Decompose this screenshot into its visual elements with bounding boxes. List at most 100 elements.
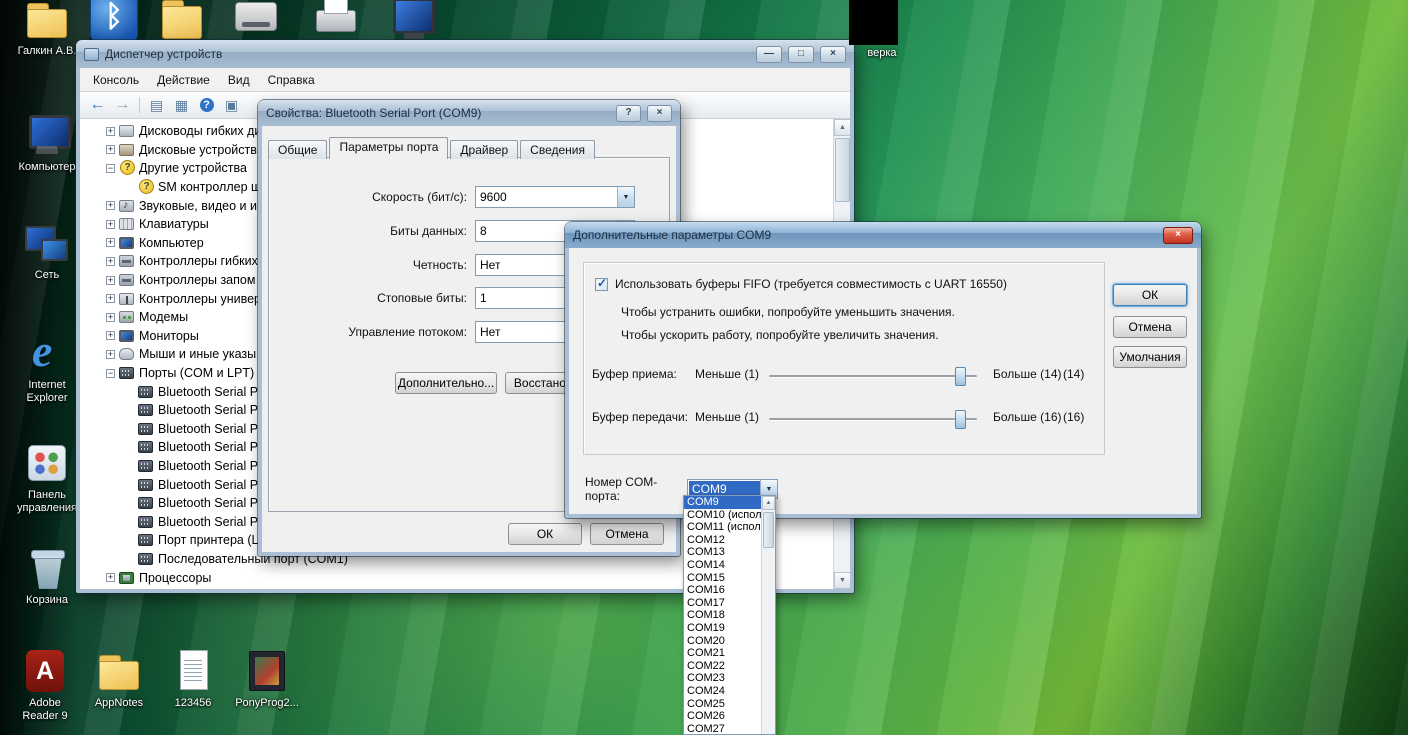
expand-toggle-icon[interactable]: + <box>106 331 115 340</box>
slider-thumb[interactable] <box>955 410 966 429</box>
menu-item[interactable]: Вид <box>219 70 259 90</box>
defaults-button[interactable]: Умолчания <box>1113 346 1187 368</box>
back-icon[interactable] <box>86 95 109 116</box>
expand-toggle-icon[interactable]: + <box>106 294 115 303</box>
tab[interactable]: Сведения <box>520 140 595 159</box>
dropdown-option[interactable]: COM11 (испол <box>684 521 761 534</box>
slider-min-label: Меньше (1) <box>695 410 759 424</box>
scroll-up-icon[interactable] <box>834 119 850 136</box>
dropdown-option[interactable]: COM25 <box>684 698 761 711</box>
dropdown-option[interactable]: COM19 <box>684 622 761 635</box>
dropdown-option[interactable]: COM10 (испол <box>684 509 761 522</box>
receive-buffer-slider[interactable] <box>769 375 977 378</box>
desktop-icon[interactable]: Панель управления <box>10 440 84 515</box>
expand-toggle-icon[interactable]: + <box>106 313 115 322</box>
field-label: Стоповые биты: <box>269 291 475 305</box>
scrollbar-thumb[interactable] <box>763 512 774 548</box>
expand-toggle-icon[interactable]: + <box>106 573 115 582</box>
help-icon[interactable] <box>195 95 218 116</box>
dropdown-option[interactable]: COM9 <box>684 496 761 509</box>
scanner-icon[interactable] <box>232 0 280 43</box>
tab[interactable]: Драйвер <box>450 140 518 159</box>
slider-thumb[interactable] <box>955 367 966 386</box>
titlebar[interactable]: Дополнительные параметры COM9 × <box>565 222 1201 248</box>
desktop-icon[interactable]: Adobe Reader 9 <box>10 648 80 723</box>
close-button[interactable]: × <box>647 105 672 122</box>
dropdown-option[interactable]: COM24 <box>684 685 761 698</box>
dropdown-option[interactable]: COM15 <box>684 572 761 585</box>
slider-max-label: Больше (16) <box>993 410 1062 424</box>
scrollbar-thumb[interactable] <box>835 138 850 202</box>
menu-item[interactable]: Справка <box>259 70 324 90</box>
transmit-buffer-slider[interactable] <box>769 418 977 421</box>
titlebar[interactable]: Диспетчер устройств — □ × <box>76 40 854 68</box>
dropdown-option[interactable]: COM23 <box>684 672 761 685</box>
desktop-left-icons: Галкин А.В. Компьютер Сеть Internet Expl… <box>10 0 84 735</box>
serial-port-icon <box>138 423 153 435</box>
folder-icon[interactable] <box>158 0 206 43</box>
titlebar[interactable]: Свойства: Bluetooth Serial Port (COM9) ?… <box>258 100 680 126</box>
help-button[interactable]: ? <box>616 105 641 122</box>
tab[interactable]: Общие <box>268 140 327 159</box>
window-icon[interactable] <box>220 95 243 116</box>
forward-icon[interactable] <box>111 95 134 116</box>
dropdown-option[interactable]: COM26 <box>684 710 761 723</box>
maximize-button[interactable]: □ <box>788 46 814 63</box>
list-icon[interactable] <box>170 95 193 116</box>
chevron-down-icon[interactable] <box>617 187 634 207</box>
expand-toggle-icon[interactable]: − <box>106 164 115 173</box>
close-button[interactable]: × <box>1163 227 1193 244</box>
show-tree-icon[interactable] <box>145 95 168 116</box>
expand-toggle-icon[interactable]: + <box>106 220 115 229</box>
printer-port-icon <box>138 534 153 546</box>
dropdown-option[interactable]: COM16 <box>684 584 761 597</box>
dropdown-scrollbar[interactable] <box>761 496 775 734</box>
dropdown-option[interactable]: COM12 <box>684 534 761 547</box>
toolbar-separator[interactable] <box>139 97 140 113</box>
minimize-button[interactable]: — <box>756 46 782 63</box>
bluetooth-icon[interactable] <box>90 0 138 43</box>
monitor-icon[interactable] <box>390 0 438 43</box>
desktop-icon[interactable]: Галкин А.В. <box>10 0 84 58</box>
desktop-icon[interactable]: 123456 <box>158 648 228 710</box>
dropdown-option[interactable]: COM14 <box>684 559 761 572</box>
scroll-down-icon[interactable] <box>834 572 850 589</box>
printer-icon[interactable] <box>312 0 360 43</box>
desktop-icon[interactable]: Корзина <box>10 545 84 607</box>
dropdown-option[interactable]: COM27 <box>684 723 761 734</box>
fifo-checkbox[interactable] <box>595 278 608 291</box>
cancel-button[interactable]: Отмена <box>590 523 664 545</box>
expand-toggle-icon[interactable]: + <box>106 145 115 154</box>
expand-toggle-icon[interactable]: − <box>106 369 115 378</box>
field-combo[interactable]: 9600 <box>475 186 635 208</box>
expand-toggle-icon[interactable]: + <box>106 257 115 266</box>
floppy-drive-icon <box>119 125 134 137</box>
expand-toggle-icon[interactable]: + <box>106 201 115 210</box>
tab[interactable]: Параметры порта <box>329 137 448 159</box>
dropdown-option[interactable]: COM22 <box>684 660 761 673</box>
dropdown-option[interactable]: COM18 <box>684 609 761 622</box>
dropdown-option[interactable]: COM21 <box>684 647 761 660</box>
expand-toggle-icon[interactable]: + <box>106 127 115 136</box>
desktop-icon[interactable]: Internet Explorer <box>10 330 84 405</box>
desktop-icon[interactable]: AppNotes <box>84 648 154 710</box>
dropdown-option[interactable]: COM20 <box>684 635 761 648</box>
ok-button[interactable]: ОК <box>1113 284 1187 306</box>
serial-port-icon <box>138 404 153 416</box>
menu-item[interactable]: Действие <box>148 70 219 90</box>
cancel-button[interactable]: Отмена <box>1113 316 1187 338</box>
expand-toggle-icon[interactable]: + <box>106 238 115 247</box>
dropdown-option[interactable]: COM17 <box>684 597 761 610</box>
desktop-icon[interactable]: Сеть <box>10 220 84 282</box>
scroll-up-icon[interactable] <box>762 496 775 510</box>
desktop-icon[interactable]: PonyProg2... <box>232 648 302 710</box>
menu-item[interactable]: Консоль <box>84 70 148 90</box>
advanced-button[interactable]: Дополнительно... <box>395 372 497 394</box>
expand-toggle-icon[interactable]: + <box>106 350 115 359</box>
expand-toggle-icon[interactable]: + <box>106 276 115 285</box>
dropdown-option[interactable]: COM13 <box>684 546 761 559</box>
desktop-icon-label: Internet Explorer <box>11 379 83 405</box>
close-button[interactable]: × <box>820 46 846 63</box>
ok-button[interactable]: ОК <box>508 523 582 545</box>
desktop-icon[interactable]: Компьютер <box>10 112 84 174</box>
